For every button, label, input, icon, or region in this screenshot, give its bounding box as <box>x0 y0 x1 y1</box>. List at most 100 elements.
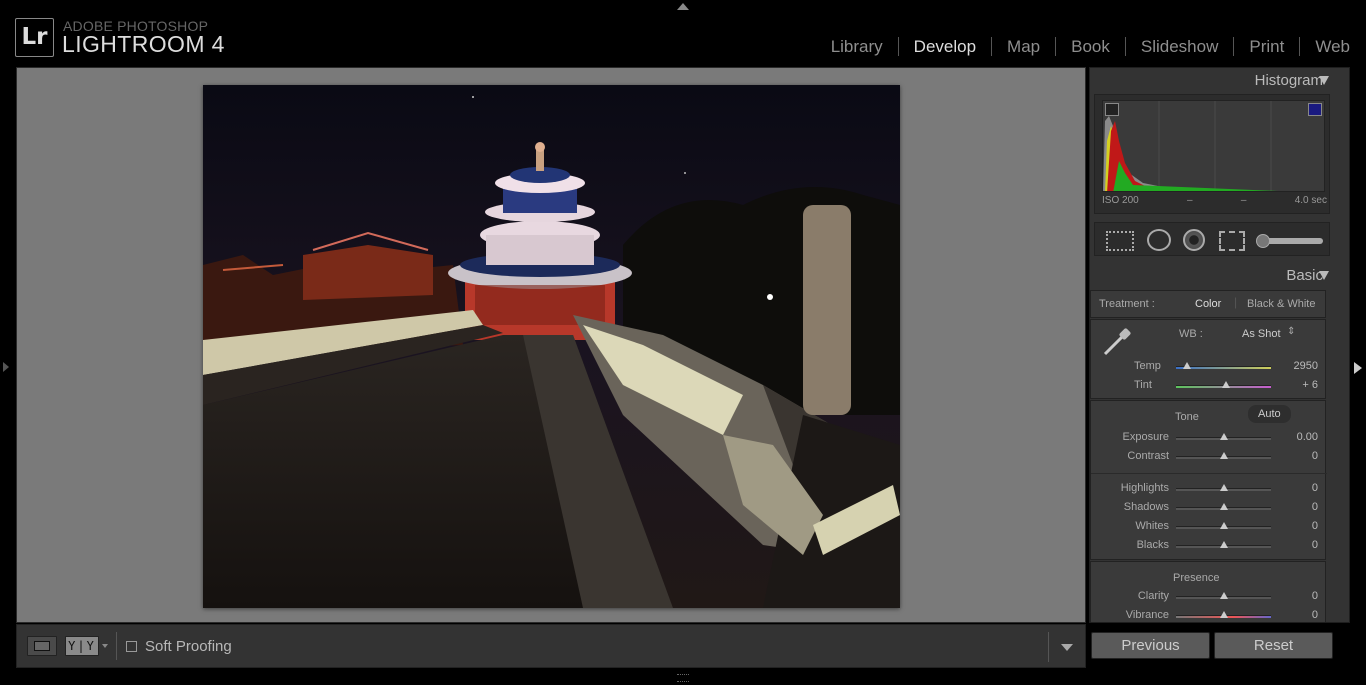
module-print[interactable]: Print <box>1233 37 1299 56</box>
histogram-chart <box>1103 101 1324 191</box>
toolbar-divider-right <box>1048 632 1049 662</box>
contrast-slider[interactable] <box>1176 452 1271 459</box>
previous-button[interactable]: Previous <box>1091 632 1210 659</box>
presence-label: Presence <box>1173 572 1220 584</box>
crop-overlay-icon[interactable] <box>1106 231 1134 251</box>
treatment-bw-option[interactable]: Black & White <box>1247 298 1315 310</box>
temp-slider-thumb[interactable] <box>1183 362 1192 369</box>
photo-preview[interactable] <box>203 85 900 608</box>
exposure-slider[interactable] <box>1176 433 1271 440</box>
blacks-value[interactable]: 0 <box>1312 539 1318 551</box>
exposure-slider-thumb[interactable] <box>1219 433 1228 440</box>
tone-divider <box>1091 473 1327 474</box>
filmstrip-toggle-icon[interactable] <box>677 674 689 682</box>
basic-collapse-icon[interactable] <box>1319 271 1329 280</box>
shadows-slider[interactable] <box>1176 503 1271 510</box>
module-slideshow[interactable]: Slideshow <box>1124 37 1234 56</box>
vibrance-slider-thumb[interactable] <box>1219 611 1228 618</box>
auto-tone-button[interactable]: Auto <box>1248 405 1291 423</box>
treatment-divider: | <box>1234 295 1238 309</box>
highlights-slider-thumb[interactable] <box>1219 484 1228 491</box>
module-picker: Library Develop Map Book Slideshow Print… <box>816 37 1350 56</box>
soft-proofing-checkbox[interactable] <box>126 640 137 652</box>
wb-eyedropper-icon[interactable] <box>1099 326 1135 358</box>
histogram-title[interactable]: Histogram <box>1255 72 1323 89</box>
right-panel-toggle-icon[interactable] <box>1354 362 1362 374</box>
shadows-value[interactable]: 0 <box>1312 501 1318 513</box>
temp-value[interactable]: 2950 <box>1294 360 1318 372</box>
graduated-filter-icon[interactable] <box>1219 231 1245 251</box>
brand-title: LIGHTROOM 4 <box>62 31 225 57</box>
tint-slider-thumb[interactable] <box>1222 381 1231 388</box>
vibrance-slider[interactable] <box>1176 611 1271 618</box>
toolbar-divider <box>116 632 117 660</box>
contrast-slider-thumb[interactable] <box>1219 452 1228 459</box>
contrast-label: Contrast <box>1127 450 1169 462</box>
before-after-dropdown-icon[interactable] <box>102 644 108 648</box>
treatment-section: Treatment : Color | Black & White <box>1090 290 1326 318</box>
vibrance-label: Vibrance <box>1125 609 1169 621</box>
shutter-value: 4.0 sec <box>1294 195 1327 206</box>
temp-label: Temp <box>1134 360 1161 372</box>
iso-value: ISO 200 <box>1102 195 1139 206</box>
shadow-clipping-icon[interactable] <box>1105 103 1119 116</box>
highlights-value[interactable]: 0 <box>1312 482 1318 494</box>
exposure-label: Exposure <box>1122 431 1169 443</box>
module-web[interactable]: Web <box>1299 37 1350 56</box>
left-panel-toggle-icon[interactable] <box>3 362 9 372</box>
treatment-label: Treatment : <box>1099 298 1155 310</box>
histogram-collapse-icon[interactable] <box>1319 76 1329 85</box>
clarity-slider[interactable] <box>1176 592 1271 599</box>
blacks-slider-thumb[interactable] <box>1219 541 1228 548</box>
basic-title[interactable]: Basic <box>1286 267 1323 284</box>
blacks-slider[interactable] <box>1176 541 1271 548</box>
wb-label: WB : <box>1179 328 1203 340</box>
tint-value[interactable]: + 6 <box>1302 379 1318 391</box>
photo-image <box>203 85 900 608</box>
clarity-label: Clarity <box>1137 590 1169 602</box>
tone-section: Tone Auto Exposure 0.00 Contrast 0 Highlight… <box>1090 400 1327 560</box>
vibrance-value[interactable]: 0 <box>1312 609 1318 621</box>
highlights-slider[interactable] <box>1176 484 1271 491</box>
develop-bottom-buttons: Previous Reset <box>1091 632 1333 659</box>
adjustment-brush-icon[interactable] <box>1256 234 1323 248</box>
whites-value[interactable]: 0 <box>1312 520 1318 532</box>
reset-button[interactable]: Reset <box>1214 632 1333 659</box>
treatment-color-option[interactable]: Color <box>1195 298 1221 310</box>
loupe-icon <box>34 641 50 651</box>
viewer-toolbar: Y|Y Soft Proofing <box>16 624 1086 668</box>
tool-strip <box>1094 222 1330 256</box>
image-viewer[interactable] <box>16 67 1086 623</box>
lightroom-logo: Lr <box>15 18 54 57</box>
red-eye-correction-icon[interactable] <box>1183 229 1205 251</box>
white-balance-section: WB : As Shot ⇕ Temp 2950 Tint + 6 <box>1090 319 1326 399</box>
toolbar-options-dropdown-icon[interactable] <box>1061 644 1073 651</box>
whites-slider[interactable] <box>1176 522 1271 529</box>
temp-slider[interactable] <box>1176 362 1271 369</box>
presence-section: Presence Clarity 0 Vibrance 0 <box>1090 561 1326 622</box>
exposure-value[interactable]: 0.00 <box>1297 431 1318 443</box>
whites-slider-thumb[interactable] <box>1219 522 1228 529</box>
wb-dropdown-icon[interactable]: ⇕ <box>1287 326 1295 337</box>
module-library[interactable]: Library <box>816 37 898 56</box>
tone-label: Tone <box>1175 411 1199 423</box>
module-book[interactable]: Book <box>1055 37 1125 56</box>
wb-dropdown[interactable]: As Shot <box>1242 328 1281 340</box>
clarity-value[interactable]: 0 <box>1312 590 1318 602</box>
highlight-clipping-icon[interactable] <box>1308 103 1322 116</box>
whites-label: Whites <box>1135 520 1169 532</box>
contrast-value[interactable]: 0 <box>1312 450 1318 462</box>
top-panel-toggle-icon[interactable] <box>677 3 689 10</box>
before-after-button[interactable]: Y|Y <box>65 636 99 656</box>
loupe-view-button[interactable] <box>27 636 57 656</box>
tint-slider[interactable] <box>1176 381 1271 388</box>
module-map[interactable]: Map <box>991 37 1055 56</box>
histogram-graph[interactable] <box>1102 100 1325 192</box>
module-develop[interactable]: Develop <box>897 37 991 56</box>
clarity-slider-thumb[interactable] <box>1219 592 1228 599</box>
spot-removal-icon[interactable] <box>1147 229 1171 251</box>
shadows-slider-thumb[interactable] <box>1219 503 1228 510</box>
aperture-value: – <box>1240 195 1247 206</box>
blacks-label: Blacks <box>1136 539 1169 551</box>
focal-value: – <box>1187 195 1193 206</box>
